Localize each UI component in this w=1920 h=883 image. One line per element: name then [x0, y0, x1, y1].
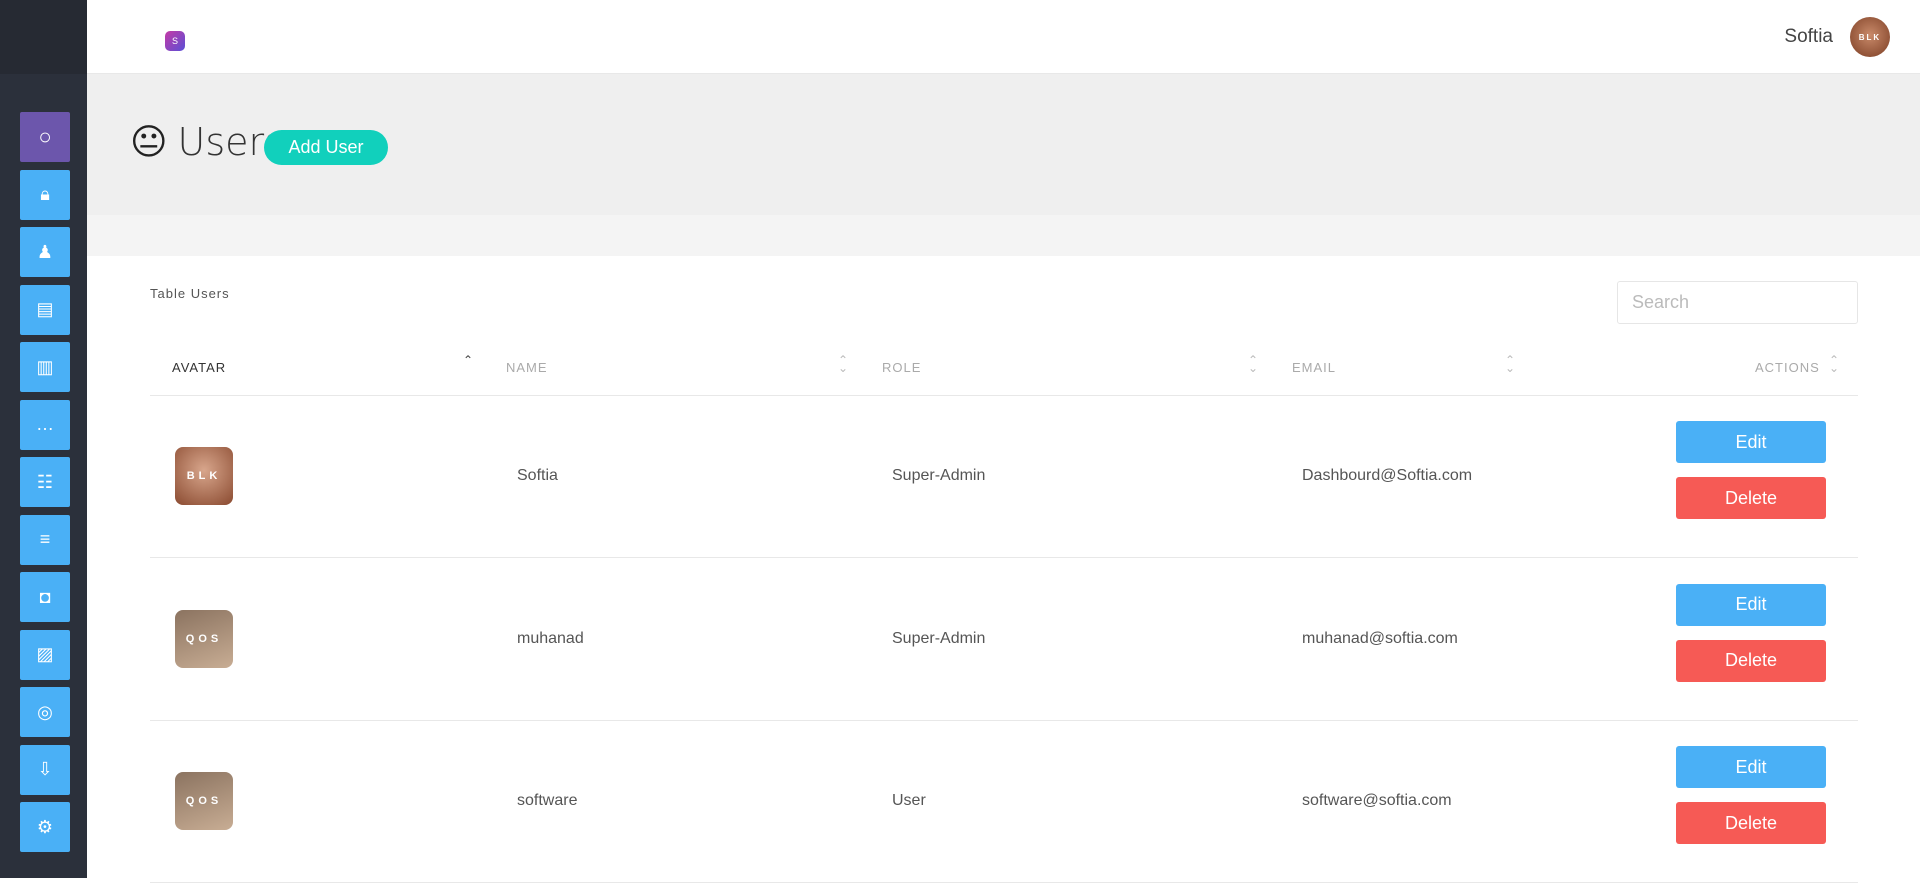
- app-logo[interactable]: S: [165, 31, 185, 51]
- sidebar-item-settings[interactable]: ⚙: [20, 802, 70, 852]
- column-header-avatar[interactable]: AVATAR: [172, 360, 226, 375]
- page-title: 😐︎ Users: [130, 120, 284, 164]
- sidebar-item-person[interactable]: ♟: [20, 227, 70, 277]
- user-name: software: [517, 792, 578, 809]
- sidebar-item-image[interactable]: ▨: [20, 629, 70, 680]
- table-row: [150, 720, 1858, 882]
- sidebar: ○ 🔒︎ ♟ ▤ ▥ … ☷ ≡ ◘ ▨ ◎ ⇩ ⚙: [0, 0, 87, 878]
- table-label: Table Users: [150, 286, 230, 301]
- avatar: QOS: [175, 772, 233, 830]
- neutral-face-icon: 😐︎: [130, 121, 168, 162]
- page-subheader: [87, 215, 1920, 256]
- sort-asc-icon[interactable]: ⌃: [463, 354, 473, 366]
- user-name: muhanad: [517, 629, 584, 647]
- instagram-icon: ◎: [37, 701, 53, 722]
- list-icon: ☷: [36, 471, 54, 492]
- sidebar-item-lock[interactable]: 🔒︎: [20, 169, 70, 220]
- sidebar-item-circle[interactable]: ○: [20, 112, 70, 162]
- column-header-actions[interactable]: ACTIONS: [1755, 360, 1820, 375]
- username[interactable]: Softia: [1784, 26, 1833, 48]
- lock-icon: 🔒︎: [40, 184, 50, 204]
- column-header-name[interactable]: NAME: [506, 360, 548, 375]
- image-icon: ▨: [36, 644, 54, 664]
- user-email: Dashbourd@Softia.com: [1302, 467, 1473, 484]
- sidebar-item-message[interactable]: …: [20, 399, 70, 450]
- edit-button[interactable]: Edit: [1676, 421, 1826, 463]
- settings-icon: ⚙: [36, 816, 54, 837]
- table-row: [150, 395, 1858, 557]
- user-name: Softia: [517, 467, 558, 484]
- sidebar-top: [0, 0, 87, 74]
- sidebar-item-newspaper[interactable]: ▤: [20, 284, 70, 335]
- sidebar-item-list[interactable]: ☷: [20, 457, 70, 507]
- user-role: User: [892, 792, 926, 809]
- delete-button[interactable]: Delete: [1676, 802, 1826, 844]
- circle-icon: ○: [38, 124, 52, 149]
- user-avatar[interactable]: BLK: [1850, 17, 1890, 57]
- chart-icon: ▥: [36, 356, 54, 377]
- avatar: BLK: [175, 447, 233, 505]
- sidebar-item-menu[interactable]: ≡: [20, 514, 70, 565]
- delete-button[interactable]: Delete: [1676, 639, 1826, 682]
- sidebar-item-chart[interactable]: ▥: [20, 342, 70, 392]
- user-email: software@softia.com: [1302, 792, 1452, 809]
- newspaper-icon: ▤: [36, 299, 54, 319]
- add-user-button[interactable]: Add User: [264, 130, 388, 165]
- sort-icon[interactable]: ⌃ ⌄: [1829, 354, 1839, 374]
- user-email: muhanad@softia.com: [1302, 629, 1458, 647]
- delete-button[interactable]: Delete: [1676, 477, 1826, 519]
- sort-icon[interactable]: ⌃ ⌄: [1505, 354, 1515, 374]
- camera-icon: ◘: [39, 586, 51, 607]
- sidebar-item-instagram[interactable]: ◎: [20, 687, 70, 737]
- avatar: QOS: [175, 609, 233, 668]
- menu-icon: ≡: [39, 529, 51, 549]
- sort-icon[interactable]: ⌃ ⌄: [838, 354, 848, 374]
- user-role: Super-Admin: [892, 629, 986, 647]
- column-header-role[interactable]: ROLE: [882, 360, 921, 375]
- edit-button[interactable]: Edit: [1676, 583, 1826, 626]
- message-icon: …: [36, 414, 54, 434]
- table-row: [150, 558, 1858, 720]
- user-role: Super-Admin: [892, 467, 986, 484]
- sort-icon[interactable]: ⌃ ⌄: [1248, 354, 1258, 374]
- column-header-email[interactable]: EMAIL: [1292, 360, 1336, 375]
- sidebar-item-camera[interactable]: ◘: [20, 572, 70, 622]
- search-input[interactable]: [1617, 281, 1858, 324]
- person-icon: ♟: [36, 241, 54, 262]
- top-bar: S Softia BLK: [87, 0, 1920, 74]
- inbox-icon: ⇩: [37, 759, 53, 779]
- edit-button[interactable]: Edit: [1676, 746, 1826, 788]
- sidebar-item-inbox[interactable]: ⇩: [20, 744, 70, 795]
